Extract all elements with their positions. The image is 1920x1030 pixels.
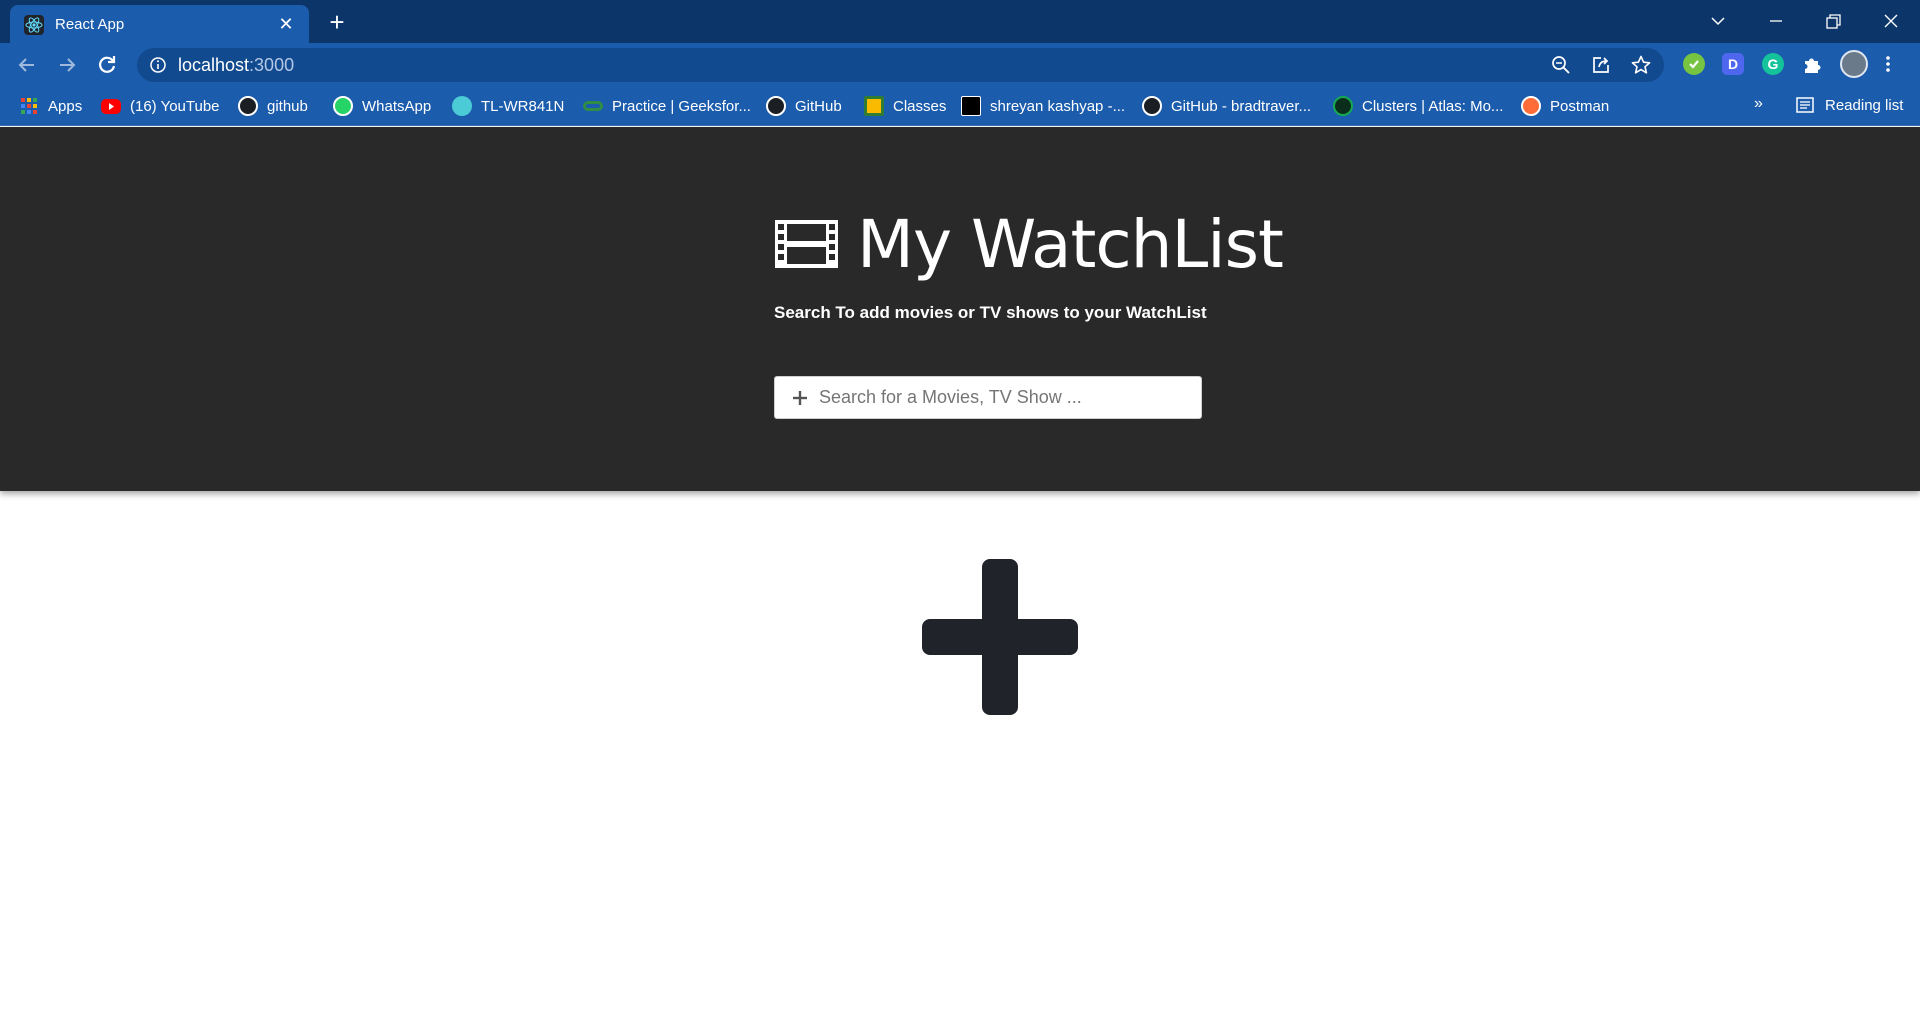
reading-list-button[interactable]: Reading list bbox=[1795, 95, 1903, 115]
restore-icon[interactable] bbox=[1820, 8, 1846, 34]
github-icon bbox=[766, 96, 786, 116]
bookmark-hackerrank[interactable]: shreyan kashyap -... bbox=[961, 95, 1125, 117]
bookmark-star-icon[interactable] bbox=[1630, 54, 1652, 76]
bookmark-label: github bbox=[267, 97, 308, 115]
reload-icon[interactable] bbox=[93, 51, 121, 79]
browser-toolbar: localhost:3000 D G bbox=[0, 43, 1920, 86]
browser-titlebar: React App ✕ + bbox=[0, 0, 1920, 43]
bookmark-label: Clusters | Atlas: Mo... bbox=[1362, 97, 1504, 115]
bookmarks-bar: Apps (16) YouTube github WhatsApp TL-WR8… bbox=[0, 86, 1920, 126]
search-input[interactable] bbox=[819, 377, 1189, 418]
minimize-icon[interactable] bbox=[1763, 8, 1789, 34]
app-header: My WatchList Search To add movies or TV … bbox=[0, 127, 1920, 491]
profile-avatar[interactable] bbox=[1840, 50, 1868, 78]
geeksforgeeks-icon bbox=[583, 101, 603, 111]
grammarly-icon[interactable]: G bbox=[1762, 53, 1784, 75]
bookmark-label: WhatsApp bbox=[362, 97, 432, 115]
bookmark-classes[interactable]: Classes bbox=[864, 95, 946, 117]
film-icon bbox=[775, 220, 838, 268]
whatsapp-icon bbox=[333, 96, 353, 116]
plus-icon bbox=[793, 391, 807, 405]
page-subtitle: Search To add movies or TV shows to your… bbox=[774, 303, 1207, 322]
bookmark-apps[interactable]: Apps bbox=[19, 95, 82, 117]
tplink-icon bbox=[452, 96, 472, 116]
extensions-puzzle-icon[interactable] bbox=[1801, 53, 1823, 75]
classroom-icon bbox=[864, 96, 884, 116]
bookmark-github[interactable]: github bbox=[238, 95, 308, 117]
extension-d-icon[interactable]: D bbox=[1722, 53, 1744, 75]
bookmark-label: GitHub - bradtraver... bbox=[1171, 97, 1312, 115]
apps-grid-icon bbox=[19, 96, 39, 116]
bookmark-label: GitHub bbox=[795, 97, 842, 115]
close-window-icon[interactable] bbox=[1878, 8, 1904, 34]
bookmark-label: (16) YouTube bbox=[130, 97, 220, 115]
share-icon[interactable] bbox=[1590, 54, 1612, 76]
tab-search-chevron-icon[interactable] bbox=[1705, 8, 1731, 34]
bookmark-whatsapp[interactable]: WhatsApp bbox=[333, 95, 431, 117]
bookmark-github-2[interactable]: GitHub bbox=[766, 95, 842, 117]
bookmark-tplink[interactable]: TL-WR841N bbox=[452, 95, 564, 117]
new-tab-button[interactable]: + bbox=[324, 9, 350, 35]
browser-menu-icon[interactable] bbox=[1882, 53, 1894, 75]
browser-tab-active[interactable]: React App ✕ bbox=[10, 5, 309, 43]
url-text[interactable]: localhost:3000 bbox=[178, 55, 294, 76]
mongodb-icon bbox=[1333, 96, 1353, 116]
search-box[interactable] bbox=[774, 376, 1202, 419]
reading-list-label: Reading list bbox=[1825, 96, 1904, 114]
github-icon bbox=[238, 96, 258, 116]
bookmark-label: Apps bbox=[48, 97, 83, 115]
bookmark-geeksforgeeks[interactable]: Practice | Geeksfor... bbox=[583, 95, 751, 117]
youtube-icon bbox=[101, 98, 121, 114]
forward-arrow-icon[interactable] bbox=[53, 51, 81, 79]
site-info-icon[interactable] bbox=[149, 56, 167, 74]
zoom-icon[interactable] bbox=[1550, 54, 1572, 76]
reading-list-icon bbox=[1796, 97, 1814, 113]
bookmark-label: Classes bbox=[893, 97, 947, 115]
tab-title: React App bbox=[55, 16, 125, 33]
bookmark-postman[interactable]: Postman bbox=[1521, 95, 1609, 117]
bookmark-label: Practice | Geeksfor... bbox=[612, 97, 751, 115]
close-tab-icon[interactable]: ✕ bbox=[276, 14, 296, 34]
app-brand: My WatchList bbox=[774, 206, 1284, 283]
react-icon bbox=[24, 15, 44, 35]
back-arrow-icon[interactable] bbox=[13, 51, 41, 79]
postman-icon bbox=[1521, 96, 1541, 116]
bookmark-youtube[interactable]: (16) YouTube bbox=[101, 95, 220, 117]
page-title: My WatchList bbox=[857, 205, 1284, 283]
bookmark-github-bradtraversy[interactable]: GitHub - bradtraver... bbox=[1142, 95, 1311, 117]
github-icon bbox=[1142, 96, 1162, 116]
bookmark-label: TL-WR841N bbox=[481, 97, 565, 115]
bookmark-mongodb-atlas[interactable]: Clusters | Atlas: Mo... bbox=[1333, 95, 1503, 117]
bookmarks-overflow-button[interactable]: » bbox=[1754, 95, 1763, 113]
extension-check-icon[interactable] bbox=[1683, 53, 1705, 75]
bookmark-label: Postman bbox=[1550, 97, 1610, 115]
address-bar[interactable]: localhost:3000 bbox=[137, 48, 1664, 82]
bookmark-label: shreyan kashyap -... bbox=[990, 97, 1126, 115]
hackerrank-icon bbox=[961, 96, 981, 116]
add-plus-icon[interactable] bbox=[920, 557, 1080, 717]
